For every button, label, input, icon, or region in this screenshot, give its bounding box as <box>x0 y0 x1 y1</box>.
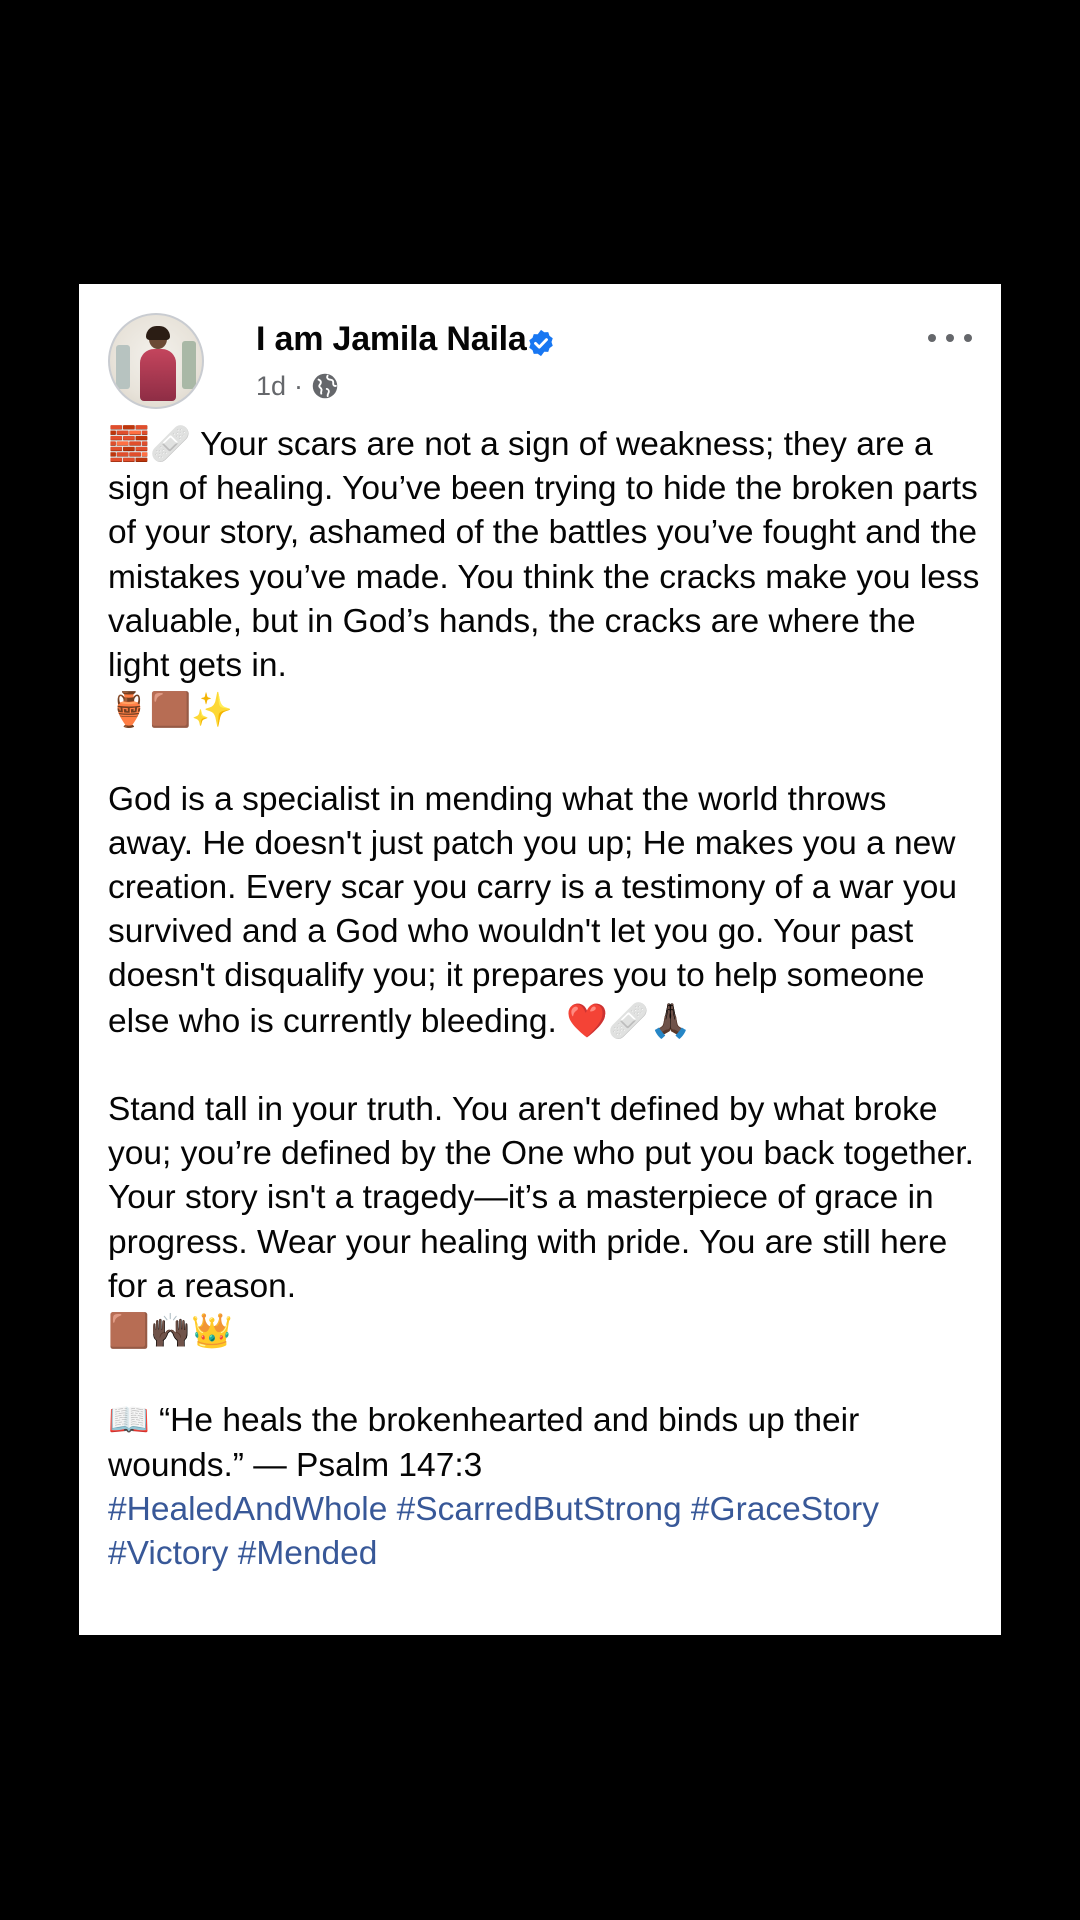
brick-bandage-emoji: 🧱🩹 <box>108 424 192 463</box>
avatar-hair <box>146 326 170 340</box>
post-verse: 📖 “He heals the brokenhearted and binds … <box>108 1398 980 1487</box>
avatar-background-left <box>116 345 130 389</box>
book-emoji: 📖 <box>108 1400 150 1440</box>
hashtag-link[interactable]: #GraceStory <box>691 1491 879 1528</box>
paragraph-text: God is a specialist in mending what the … <box>108 780 957 1040</box>
verified-badge-icon <box>529 329 553 357</box>
paragraph-text: Stand tall in your truth. You aren't def… <box>108 1091 974 1305</box>
more-options-icon <box>946 334 954 342</box>
avatar[interactable] <box>108 313 204 409</box>
globe-icon[interactable] <box>311 372 339 400</box>
hashtag-link[interactable]: #HealedAndWhole <box>108 1491 387 1528</box>
hashtag-link[interactable]: #ScarredButStrong <box>397 1491 682 1528</box>
post-meta: 1d · <box>256 368 339 404</box>
post-card: I am Jamila Naila 1d · 🧱🩹 Your scars are… <box>79 284 1001 1635</box>
author-name[interactable]: I am Jamila Naila <box>256 320 527 359</box>
verse-text: “He heals the brokenhearted and binds up… <box>108 1402 860 1484</box>
more-options-button[interactable] <box>928 328 972 348</box>
post-paragraph-3: Stand tall in your truth. You aren't def… <box>108 1088 980 1354</box>
post-timestamp[interactable]: 1d <box>256 371 286 402</box>
square-hands-crown-emoji: 🟫🙌🏿👑 <box>108 1311 234 1351</box>
avatar-figure <box>140 326 176 401</box>
heart-bandage-pray-emoji: ❤️🩹🙏🏿 <box>566 1000 692 1040</box>
more-options-icon <box>928 334 936 342</box>
paragraph-text: Your scars are not a sign of weakness; t… <box>108 426 980 685</box>
post-paragraph-2: God is a specialist in mending what the … <box>108 778 980 1044</box>
hashtag-list: #HealedAndWhole #ScarredButStrong #Grace… <box>108 1488 980 1576</box>
screen-background: I am Jamila Naila 1d · 🧱🩹 Your scars are… <box>0 0 1080 1920</box>
hashtag-link[interactable]: #Victory <box>108 1535 228 1572</box>
hashtag-link[interactable]: #Mended <box>238 1535 378 1572</box>
post-header: I am Jamila Naila 1d · <box>108 310 972 410</box>
post-body: 🧱🩹 Your scars are not a sign of weakness… <box>108 422 980 1576</box>
avatar-body <box>140 349 176 401</box>
post-paragraph-1: 🧱🩹 Your scars are not a sign of weakness… <box>108 422 980 733</box>
more-options-icon <box>964 334 972 342</box>
vase-square-sparkles-emoji: 🏺🟫✨ <box>108 690 234 730</box>
meta-separator: · <box>294 370 304 401</box>
avatar-background-right <box>182 341 196 389</box>
